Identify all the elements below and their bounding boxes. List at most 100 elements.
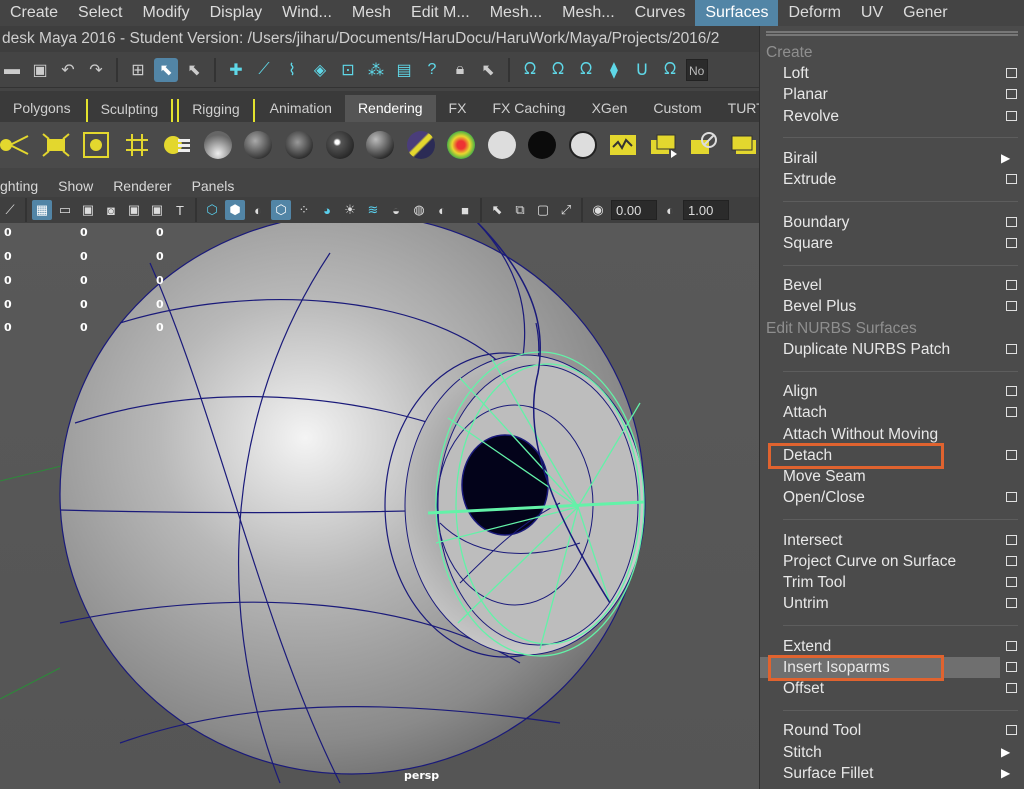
gamma-icon[interactable]: ◐: [660, 200, 680, 220]
tab-rigging[interactable]: Rigging: [177, 99, 255, 122]
camera-attribute-icon[interactable]: ⟋: [0, 200, 20, 220]
wireframe-icon[interactable]: ⬡: [202, 200, 222, 220]
menu-display[interactable]: Display: [200, 0, 272, 26]
option-box-icon[interactable]: [1006, 661, 1017, 672]
sphere-icon[interactable]: [243, 128, 274, 162]
option-box-icon[interactable]: [1006, 577, 1017, 587]
perspective-viewport[interactable]: 0 0 0 0 0 0 0 0 0 0 0 0 0 0 0 persp: [0, 223, 760, 789]
panel-menu-lighting[interactable]: ghting: [0, 178, 48, 194]
menu-item-loft[interactable]: Loft: [760, 63, 1024, 84]
grid-icon[interactable]: ▦: [32, 200, 52, 220]
snap-grid-icon[interactable]: ✚: [224, 58, 248, 82]
sphere-spot-icon[interactable]: [324, 128, 355, 162]
default-material-icon[interactable]: ⁘: [294, 200, 314, 220]
tab-fx[interactable]: FX: [436, 95, 480, 122]
option-box-icon[interactable]: [1006, 89, 1017, 100]
symmetry-icon[interactable]: ⧫: [602, 58, 626, 82]
snap-view-plane-icon[interactable]: ◈: [308, 58, 332, 82]
snap-curve-icon[interactable]: ⟋: [252, 58, 276, 82]
textured-icon[interactable]: ◕: [317, 200, 337, 220]
menu-item-duplicate-nurbs-patch[interactable]: Duplicate NURBS Patch: [760, 339, 1024, 360]
menu-item-boundary[interactable]: Boundary: [760, 212, 1024, 233]
gamma-field[interactable]: 1.00: [683, 200, 729, 220]
panel-menu-show[interactable]: Show: [48, 178, 103, 194]
image-plane-icon[interactable]: ⤢: [556, 200, 576, 220]
menu-item-offset[interactable]: Offset: [760, 678, 1024, 699]
tear-off-handle[interactable]: [766, 31, 1018, 36]
option-box-icon[interactable]: [1006, 386, 1017, 397]
gate-mask-icon[interactable]: ◙: [101, 200, 121, 220]
use-all-lights-icon[interactable]: ☀: [340, 200, 360, 220]
multisample-icon[interactable]: ◐: [432, 200, 452, 220]
menu-item-extrude[interactable]: Extrude: [760, 169, 1024, 190]
field-chart-icon[interactable]: ▣: [124, 200, 144, 220]
tab-fx-caching[interactable]: FX Caching: [479, 95, 578, 122]
menu-uv[interactable]: UV: [851, 0, 893, 26]
volume-light-icon[interactable]: [81, 128, 112, 162]
cursor-icon[interactable]: ⬉: [476, 58, 500, 82]
menu-item-stitch[interactable]: Stitch ▶: [760, 742, 1024, 763]
isolate-select-icon[interactable]: ⬉: [487, 200, 507, 220]
menu-mesh-tools[interactable]: Mesh...: [480, 0, 552, 26]
snap-live-icon[interactable]: ⊡: [336, 58, 360, 82]
shadows-icon[interactable]: ≋: [363, 200, 383, 220]
snap-point-icon[interactable]: ⌇: [280, 58, 304, 82]
menu-item-square[interactable]: Square: [760, 233, 1024, 254]
magnet-icon[interactable]: ᑌ: [630, 58, 654, 82]
wireframe-on-shaded-icon[interactable]: ◐: [248, 200, 268, 220]
menu-item-untrim[interactable]: Untrim: [760, 593, 1024, 614]
menu-item-attach-without-moving[interactable]: Attach Without Moving: [760, 424, 1024, 445]
spot-light-icon[interactable]: [0, 128, 31, 162]
open-scene-icon[interactable]: ▬: [0, 58, 24, 82]
striped-sphere-icon[interactable]: [405, 128, 436, 162]
tab-polygons[interactable]: Polygons: [0, 95, 84, 122]
menu-item-trim-tool[interactable]: Trim Tool: [760, 572, 1024, 593]
option-box-icon[interactable]: [1006, 237, 1017, 248]
select-component-icon[interactable]: ⬉: [182, 58, 206, 82]
sphere-shiny-icon[interactable]: [365, 128, 396, 162]
lock-icon[interactable]: 🔒︎: [448, 58, 472, 82]
exposure-icon[interactable]: ◉: [588, 200, 608, 220]
menu-generate[interactable]: Gener: [893, 0, 957, 26]
safe-action-icon[interactable]: ▣: [147, 200, 167, 220]
render-frame-icon[interactable]: [649, 128, 680, 162]
menu-item-surface-fillet[interactable]: Surface Fillet ▶: [760, 763, 1024, 784]
menu-item-bevel-plus[interactable]: Bevel Plus: [760, 296, 1024, 317]
sphere-dark-icon[interactable]: [284, 128, 315, 162]
menu-select[interactable]: Select: [68, 0, 132, 26]
half-sphere-icon[interactable]: [203, 128, 234, 162]
xray-icon[interactable]: ⬡: [271, 200, 291, 220]
paint-select-icon[interactable]: ᘯ: [546, 58, 570, 82]
name-field[interactable]: No: [686, 58, 708, 81]
option-box-icon[interactable]: [1006, 555, 1017, 566]
panel-menu-panels[interactable]: Panels: [182, 178, 245, 194]
history-icon[interactable]: ⁂: [364, 58, 388, 82]
menu-item-birail[interactable]: Birail ▶: [760, 148, 1024, 169]
option-box-icon[interactable]: [1006, 725, 1017, 736]
tab-xgen[interactable]: XGen: [579, 95, 641, 122]
render-icon[interactable]: ▤: [392, 58, 416, 82]
save-scene-icon[interactable]: ▣: [28, 58, 52, 82]
xray-joints-icon[interactable]: ⧉: [510, 200, 530, 220]
menu-item-intersect[interactable]: Intersect: [760, 530, 1024, 551]
option-box-icon[interactable]: [1006, 343, 1017, 354]
redo-icon[interactable]: ↷: [84, 58, 108, 82]
menu-item-align[interactable]: Align: [760, 381, 1024, 402]
motion-blur-icon[interactable]: ◍: [409, 200, 429, 220]
menu-item-open-close[interactable]: Open/Close: [760, 487, 1024, 508]
menu-edit-mesh[interactable]: Edit M...: [401, 0, 480, 26]
ambient-light-icon[interactable]: [122, 128, 153, 162]
smooth-shade-icon[interactable]: ⬢: [225, 200, 245, 220]
pupil[interactable]: [461, 434, 549, 536]
menu-item-revolve[interactable]: Revolve: [760, 106, 1024, 127]
option-box-icon[interactable]: [1006, 534, 1017, 545]
menu-item-attach[interactable]: Attach: [760, 402, 1024, 423]
rainbow-sphere-icon[interactable]: [446, 128, 477, 162]
depth-of-field-icon[interactable]: ■: [455, 200, 475, 220]
black-sphere-icon[interactable]: [527, 128, 558, 162]
xray-active-icon[interactable]: ▢: [533, 200, 553, 220]
menu-curves[interactable]: Curves: [625, 0, 696, 26]
menu-surfaces[interactable]: Surfaces: [695, 0, 779, 26]
reflect-icon[interactable]: ᘯ: [658, 58, 682, 82]
menu-item-bevel[interactable]: Bevel: [760, 275, 1024, 296]
